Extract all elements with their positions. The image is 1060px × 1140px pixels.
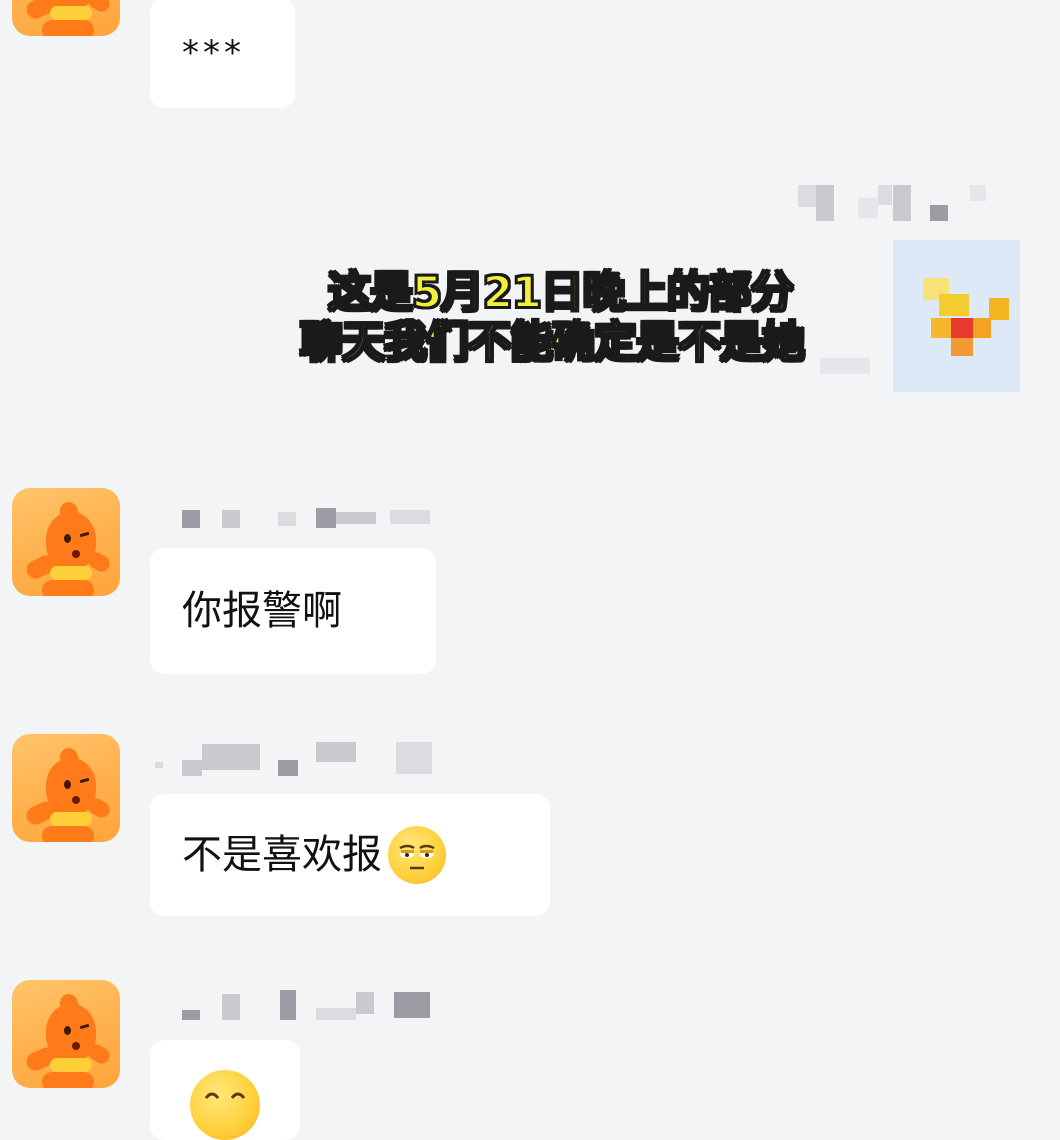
- caption-line-2: 聊天我们不能确定是不是她: [299, 318, 806, 368]
- message-bubble[interactable]: ***: [150, 0, 295, 108]
- blur-artifact: [820, 358, 870, 374]
- avatar[interactable]: [12, 488, 120, 596]
- message-bubble[interactable]: [150, 1040, 300, 1140]
- message-text: 你报警啊: [182, 588, 342, 634]
- message-bubble[interactable]: 不是喜欢报: [150, 794, 550, 916]
- unamused-face-icon: [388, 826, 446, 884]
- avatar[interactable]: [12, 0, 120, 36]
- message-text: ***: [182, 33, 245, 73]
- message-text: 不是喜欢报: [182, 832, 382, 878]
- avatar[interactable]: [12, 734, 120, 842]
- message-bubble[interactable]: 你报警啊: [150, 548, 436, 674]
- message-image-blurred[interactable]: [893, 240, 1020, 392]
- smiling-face-icon: [190, 1070, 260, 1140]
- avatar[interactable]: [12, 980, 120, 1088]
- caption-line-1: 这是5月21日晚上的部分: [327, 268, 795, 318]
